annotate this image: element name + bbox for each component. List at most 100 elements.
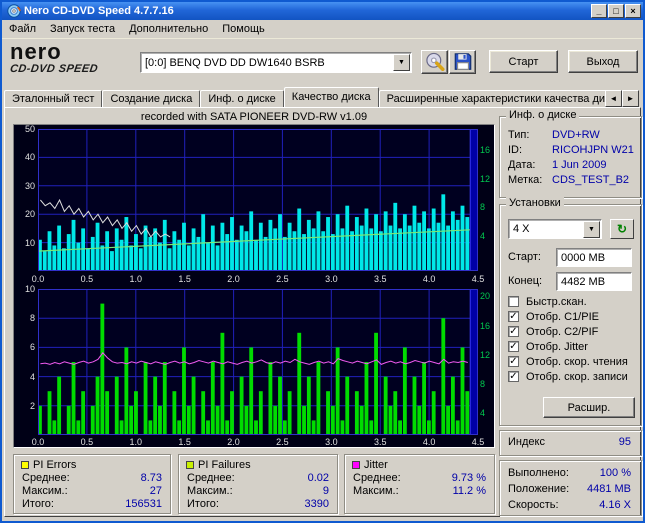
checkbox-label: Отобр. C1/PIE: [526, 311, 599, 323]
y-axis-label: 50: [24, 124, 35, 134]
speed-select[interactable]: 4 X ▼: [508, 219, 602, 239]
disc-info-row: Дата: 1 Jun 2009: [508, 159, 637, 174]
checkbox-checked-icon[interactable]: ✓: [508, 371, 519, 382]
tab-создание-диска[interactable]: Создание диска: [102, 90, 201, 107]
start-position-label: Старт:: [508, 251, 541, 263]
checkbox-row-отобр-c1-pie[interactable]: ✓ Отобр. C1/PIE: [506, 310, 639, 325]
tab-эталонный-тест[interactable]: Эталонный тест: [4, 90, 103, 107]
x-axis-label: 1.0: [129, 274, 143, 284]
refresh-speed-button[interactable]: ↻: [610, 219, 634, 239]
stat-row: Максим.: 11.2 %: [353, 485, 486, 498]
settings-group: Установки 4 X ▼ ↻ Старт: Конец: Быстр.ск…: [499, 197, 642, 426]
window-title: Nero CD-DVD Speed 4.7.7.16: [24, 5, 174, 17]
start-button[interactable]: Старт: [489, 50, 558, 73]
tab-качество-диска[interactable]: Качество диска: [283, 87, 379, 107]
checkbox-checked-icon[interactable]: ✓: [508, 326, 519, 337]
tab-bar: Эталонный тест Создание диска Инф. о диске…: [4, 86, 605, 107]
tab-scroll-left-button[interactable]: ◄: [605, 90, 622, 107]
minimize-button[interactable]: _: [591, 4, 607, 18]
maximize-button[interactable]: □: [608, 4, 624, 18]
save-button[interactable]: [449, 50, 476, 74]
disc-info-value-метка: CDS_TEST_B2: [552, 174, 630, 186]
checkbox-row-отобр-jitter[interactable]: ✓ Отобр. Jitter: [506, 340, 639, 355]
stat-row: Среднее: 8.73: [22, 472, 162, 485]
start-position-field[interactable]: [556, 248, 632, 267]
x-axis-label: 0.5: [80, 437, 94, 447]
index-group: Индекс 95: [499, 430, 642, 456]
menu-item-дополнительно[interactable]: Дополнительно: [122, 21, 215, 37]
checkbox-label: Отобр. скор. записи: [526, 371, 628, 383]
stat-row: Итого: 156531: [22, 498, 162, 511]
eject-disc-button[interactable]: [421, 50, 448, 74]
stat-row: Среднее: 0.02: [187, 472, 329, 485]
status-label-выполнено: Выполнено:: [508, 467, 569, 479]
checkbox-row-отобр-скор-чтения[interactable]: ✓ Отобр. скор. чтения: [506, 355, 639, 370]
end-position-field[interactable]: [556, 272, 632, 291]
status-value-выполнено: 100 %: [599, 467, 631, 479]
checkbox-row-отобр-скор-записи[interactable]: ✓ Отобр. скор. записи: [506, 370, 639, 385]
tab-расширенные-характеристики-качества-дис[interactable]: Расширенные характеристики качества дис: [378, 90, 605, 107]
x-axis-label: 4.5: [471, 437, 485, 447]
y-axis-label: 4: [29, 371, 35, 382]
tab-инф-о-диске[interactable]: Инф. о диске: [200, 90, 284, 107]
x-axis-label: 2.5: [276, 437, 289, 447]
x-axis-label: 3.5: [373, 274, 387, 284]
x-axis-label: 1.5: [178, 274, 191, 284]
stat-value-максим: 27: [149, 485, 162, 497]
legend-color-jitter: [352, 460, 360, 469]
chevron-down-icon[interactable]: ▼: [583, 220, 600, 238]
eject-disc-icon: [425, 52, 444, 71]
status-label-положение: Положение:: [508, 483, 570, 495]
window-controls: _ □ ×: [591, 4, 641, 18]
index-label: Индекс: [508, 436, 545, 448]
checkbox-row-отобр-c2-pif[interactable]: ✓ Отобр. C2/PIF: [506, 325, 639, 340]
checkbox-checked-icon[interactable]: ✓: [508, 356, 519, 367]
stats-panel-title: PI Errors: [33, 458, 77, 471]
titlebar[interactable]: Nero CD-DVD Speed 4.7.7.16 _ □ ×: [2, 2, 643, 20]
disc-info-value-тип: DVD+RW: [552, 129, 600, 141]
legend-color-pi-failures: [186, 460, 194, 469]
status-value-скорость: 4.16 X: [599, 499, 631, 511]
drive-select[interactable]: [0:0] BENQ DVD DD DW1640 BSRB ▼: [140, 52, 412, 73]
stat-value-итого: 3390: [304, 498, 329, 510]
menu-item-файл[interactable]: Файл: [2, 21, 43, 37]
nero-logo: nero CD-DVD SPEED: [9, 39, 138, 75]
stat-label-среднее: Среднее:: [353, 472, 401, 484]
status-row: Выполнено: 100 %: [508, 467, 633, 483]
stats-panel-header: PI Errors: [21, 458, 76, 471]
x-axis-label: 3.0: [325, 437, 338, 447]
checkbox-checked-icon[interactable]: ✓: [508, 311, 519, 322]
disc-info-value-id: RICOHJPN W21: [552, 144, 634, 156]
refresh-icon: ↻: [616, 222, 628, 236]
tab-scroll-right-button[interactable]: ►: [622, 90, 639, 107]
y2-axis-label: 8: [480, 202, 486, 213]
y-axis-label: 8: [29, 313, 35, 324]
checkbox-row-быстр-скан[interactable]: Быстр.скан.: [506, 295, 639, 310]
exit-button[interactable]: Выход: [568, 50, 638, 73]
y2-axis-label: 16: [480, 145, 491, 156]
y-axis-label: 20: [24, 209, 35, 220]
status-label-скорость: Скорость:: [508, 499, 559, 511]
stat-label-итого: Итого:: [22, 498, 54, 510]
nero-logo-product: CD-DVD SPEED: [9, 63, 99, 75]
toolbar: nero CD-DVD SPEED [0:0] BENQ DVD DD DW16…: [2, 39, 643, 86]
close-button[interactable]: ×: [625, 4, 641, 18]
app-window: Nero CD-DVD Speed 4.7.7.16 _ □ × Файл Зап…: [0, 0, 645, 523]
drive-select-value: [0:0] BENQ DVD DD DW1640 BSRB: [145, 56, 325, 69]
y2-axis-label: 16: [480, 320, 491, 331]
x-axis-label: 1.5: [178, 437, 191, 447]
menu-item-помощь[interactable]: Помощь: [215, 21, 272, 37]
checkbox-unchecked-icon[interactable]: [508, 296, 519, 307]
disc-info-group: Инф. о диске Тип: DVD+RW ID: RICOHJPN W21 Да…: [499, 109, 642, 198]
nero-logo-brand: nero: [10, 39, 62, 64]
y-axis-label: 2: [29, 400, 35, 411]
stat-row: Максим.: 27: [22, 485, 162, 498]
advanced-button[interactable]: Расшир.: [543, 397, 635, 418]
chevron-down-icon[interactable]: ▼: [393, 54, 410, 71]
x-axis-label: 3.0: [325, 274, 338, 284]
disc-info-row: Метка: CDS_TEST_B2: [508, 174, 637, 189]
checkbox-checked-icon[interactable]: ✓: [508, 341, 519, 352]
menu-item-запуск-теста[interactable]: Запуск теста: [43, 21, 122, 37]
stat-label-среднее: Среднее:: [22, 472, 70, 484]
disc-info-label-тип: Тип:: [508, 129, 530, 141]
